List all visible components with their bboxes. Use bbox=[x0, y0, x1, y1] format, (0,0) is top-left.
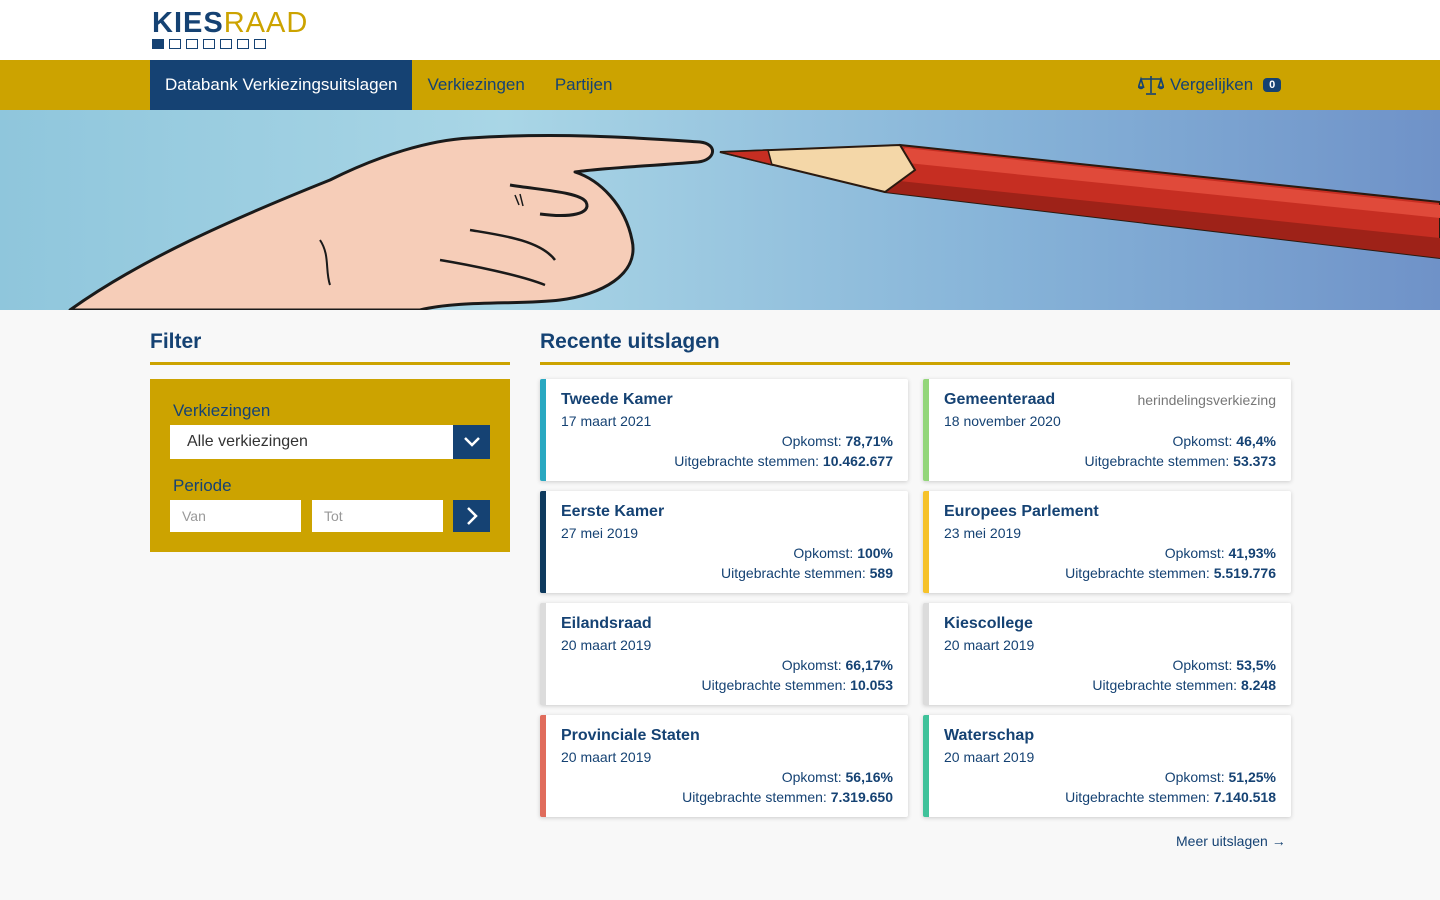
result-card[interactable]: Europees Parlement 23 mei 2019 Opkomst: 41… bbox=[923, 491, 1291, 593]
result-card-date: 18 november 2020 bbox=[944, 413, 1061, 429]
compare-count-badge: 0 bbox=[1263, 78, 1282, 92]
logo-kies: KIES bbox=[152, 7, 224, 39]
compare-label: Vergelijken bbox=[1170, 75, 1254, 94]
periode-label: Periode bbox=[173, 476, 232, 495]
select-dropdown-button[interactable] bbox=[453, 425, 490, 459]
result-card-stemmen: Uitgebrachte stemmen: 7.140.518 bbox=[1065, 789, 1276, 805]
nav-item-partijen[interactable]: Partijen bbox=[540, 60, 628, 110]
verkiezingen-select-value: Alle verkiezingen bbox=[187, 433, 308, 450]
result-card-opkomst: Opkomst: 66,17% bbox=[781, 657, 893, 673]
header: KIESRAAD bbox=[0, 0, 1440, 60]
results-title: Recente uitslagen bbox=[540, 330, 1290, 365]
filter-title: Filter bbox=[150, 330, 510, 365]
result-card-stemmen: Uitgebrachte stemmen: 10.053 bbox=[701, 677, 893, 693]
result-card-date: 20 maart 2019 bbox=[944, 637, 1035, 653]
nav-item-databank[interactable]: Databank Verkiezingsuitslagen bbox=[150, 60, 413, 110]
logo-boxes bbox=[152, 39, 292, 49]
result-card[interactable]: Provinciale Staten 20 maart 2019 Opkomst: … bbox=[540, 715, 908, 817]
result-card-opkomst: Opkomst: 51,25% bbox=[1164, 769, 1276, 785]
logo-raad: RAAD bbox=[223, 7, 309, 39]
chevron-down-icon bbox=[463, 437, 480, 447]
result-card[interactable]: Waterschap 20 maart 2019 Opkomst: 51,25% Ui… bbox=[923, 715, 1291, 817]
filter-panel: Filter Verkiezingen Alle verkiezingen Pe… bbox=[150, 330, 510, 552]
result-card-title: Tweede Kamer bbox=[561, 391, 673, 408]
result-card-title: Provinciale Staten bbox=[561, 727, 700, 744]
result-card-opkomst: Opkomst: 78,71% bbox=[781, 433, 893, 449]
result-card[interactable]: Tweede Kamer 17 maart 2021 Opkomst: 78,71%… bbox=[540, 379, 908, 481]
result-card-stemmen: Uitgebrachte stemmen: 589 bbox=[721, 565, 893, 581]
verkiezingen-label: Verkiezingen bbox=[173, 401, 271, 420]
result-card-opkomst: Opkomst: 46,4% bbox=[1172, 433, 1277, 449]
result-card-date: 23 mei 2019 bbox=[944, 525, 1022, 541]
tot-date-input[interactable] bbox=[312, 500, 443, 532]
result-card-title: Eilandsraad bbox=[561, 615, 652, 632]
result-card-opkomst: Opkomst: 41,93% bbox=[1164, 545, 1276, 561]
result-card-date: 20 maart 2019 bbox=[561, 749, 652, 765]
result-card-date: 27 mei 2019 bbox=[561, 525, 639, 541]
result-card-date: 17 maart 2021 bbox=[561, 413, 652, 429]
result-card[interactable]: Eilandsraad 20 maart 2019 Opkomst: 66,17% U… bbox=[540, 603, 908, 705]
result-card-date: 20 maart 2019 bbox=[944, 749, 1035, 765]
nav-item-verkiezingen[interactable]: Verkiezingen bbox=[412, 60, 539, 110]
results-grid: Tweede Kamer 17 maart 2021 Opkomst: 78,71%… bbox=[540, 379, 1291, 817]
hero-banner bbox=[0, 110, 1440, 310]
result-card-date: 20 maart 2019 bbox=[561, 637, 652, 653]
result-card[interactable]: Gemeenteraad 18 november 2020 herindelings… bbox=[923, 379, 1291, 481]
chevron-right-icon bbox=[466, 507, 478, 525]
hand-pencil-illustration bbox=[68, 133, 1440, 310]
result-card-stemmen: Uitgebrachte stemmen: 7.319.650 bbox=[682, 789, 893, 805]
result-card-opkomst: Opkomst: 56,16% bbox=[781, 769, 893, 785]
verkiezingen-select[interactable]: Alle verkiezingen bbox=[170, 425, 490, 459]
result-card-opkomst: Opkomst: 53,5% bbox=[1172, 657, 1277, 673]
result-card-stemmen: Uitgebrachte stemmen: 8.248 bbox=[1092, 677, 1276, 693]
result-card[interactable]: Kiescollege 20 maart 2019 Opkomst: 53,5% Ui… bbox=[923, 603, 1291, 705]
result-card[interactable]: Eerste Kamer 27 mei 2019 Opkomst: 100% Uitg… bbox=[540, 491, 908, 593]
kiesraad-logo[interactable]: KIESRAAD bbox=[152, 7, 307, 52]
result-card-stemmen: Uitgebrachte stemmen: 10.462.677 bbox=[674, 453, 893, 469]
more-results-link[interactable]: Meer uitslagen → bbox=[1176, 833, 1286, 849]
recent-results: Recente uitslagen Tweede Kamer 17 maart 2… bbox=[540, 330, 1291, 817]
filter-box: Verkiezingen Alle verkiezingen Periode bbox=[150, 379, 510, 552]
result-card-title: Gemeenteraad bbox=[944, 391, 1056, 408]
result-card-stemmen: Uitgebrachte stemmen: 53.373 bbox=[1084, 453, 1276, 469]
result-card-tag: herindelingsverkiezing bbox=[1137, 392, 1276, 408]
scale-icon bbox=[1138, 76, 1164, 95]
van-date-input[interactable] bbox=[170, 500, 301, 532]
result-card-title: Waterschap bbox=[944, 727, 1035, 744]
result-card-opkomst: Opkomst: 100% bbox=[793, 545, 893, 561]
result-card-title: Kiescollege bbox=[944, 615, 1033, 632]
result-card-title: Europees Parlement bbox=[944, 503, 1099, 520]
compare-button[interactable]: Vergelijken 0 bbox=[1138, 60, 1282, 110]
filter-submit-button[interactable] bbox=[453, 500, 490, 532]
result-card-title: Eerste Kamer bbox=[561, 503, 665, 520]
result-card-stemmen: Uitgebrachte stemmen: 5.519.776 bbox=[1065, 565, 1276, 581]
main-nav: Databank Verkiezingsuitslagen Verkiezing… bbox=[0, 60, 1440, 110]
